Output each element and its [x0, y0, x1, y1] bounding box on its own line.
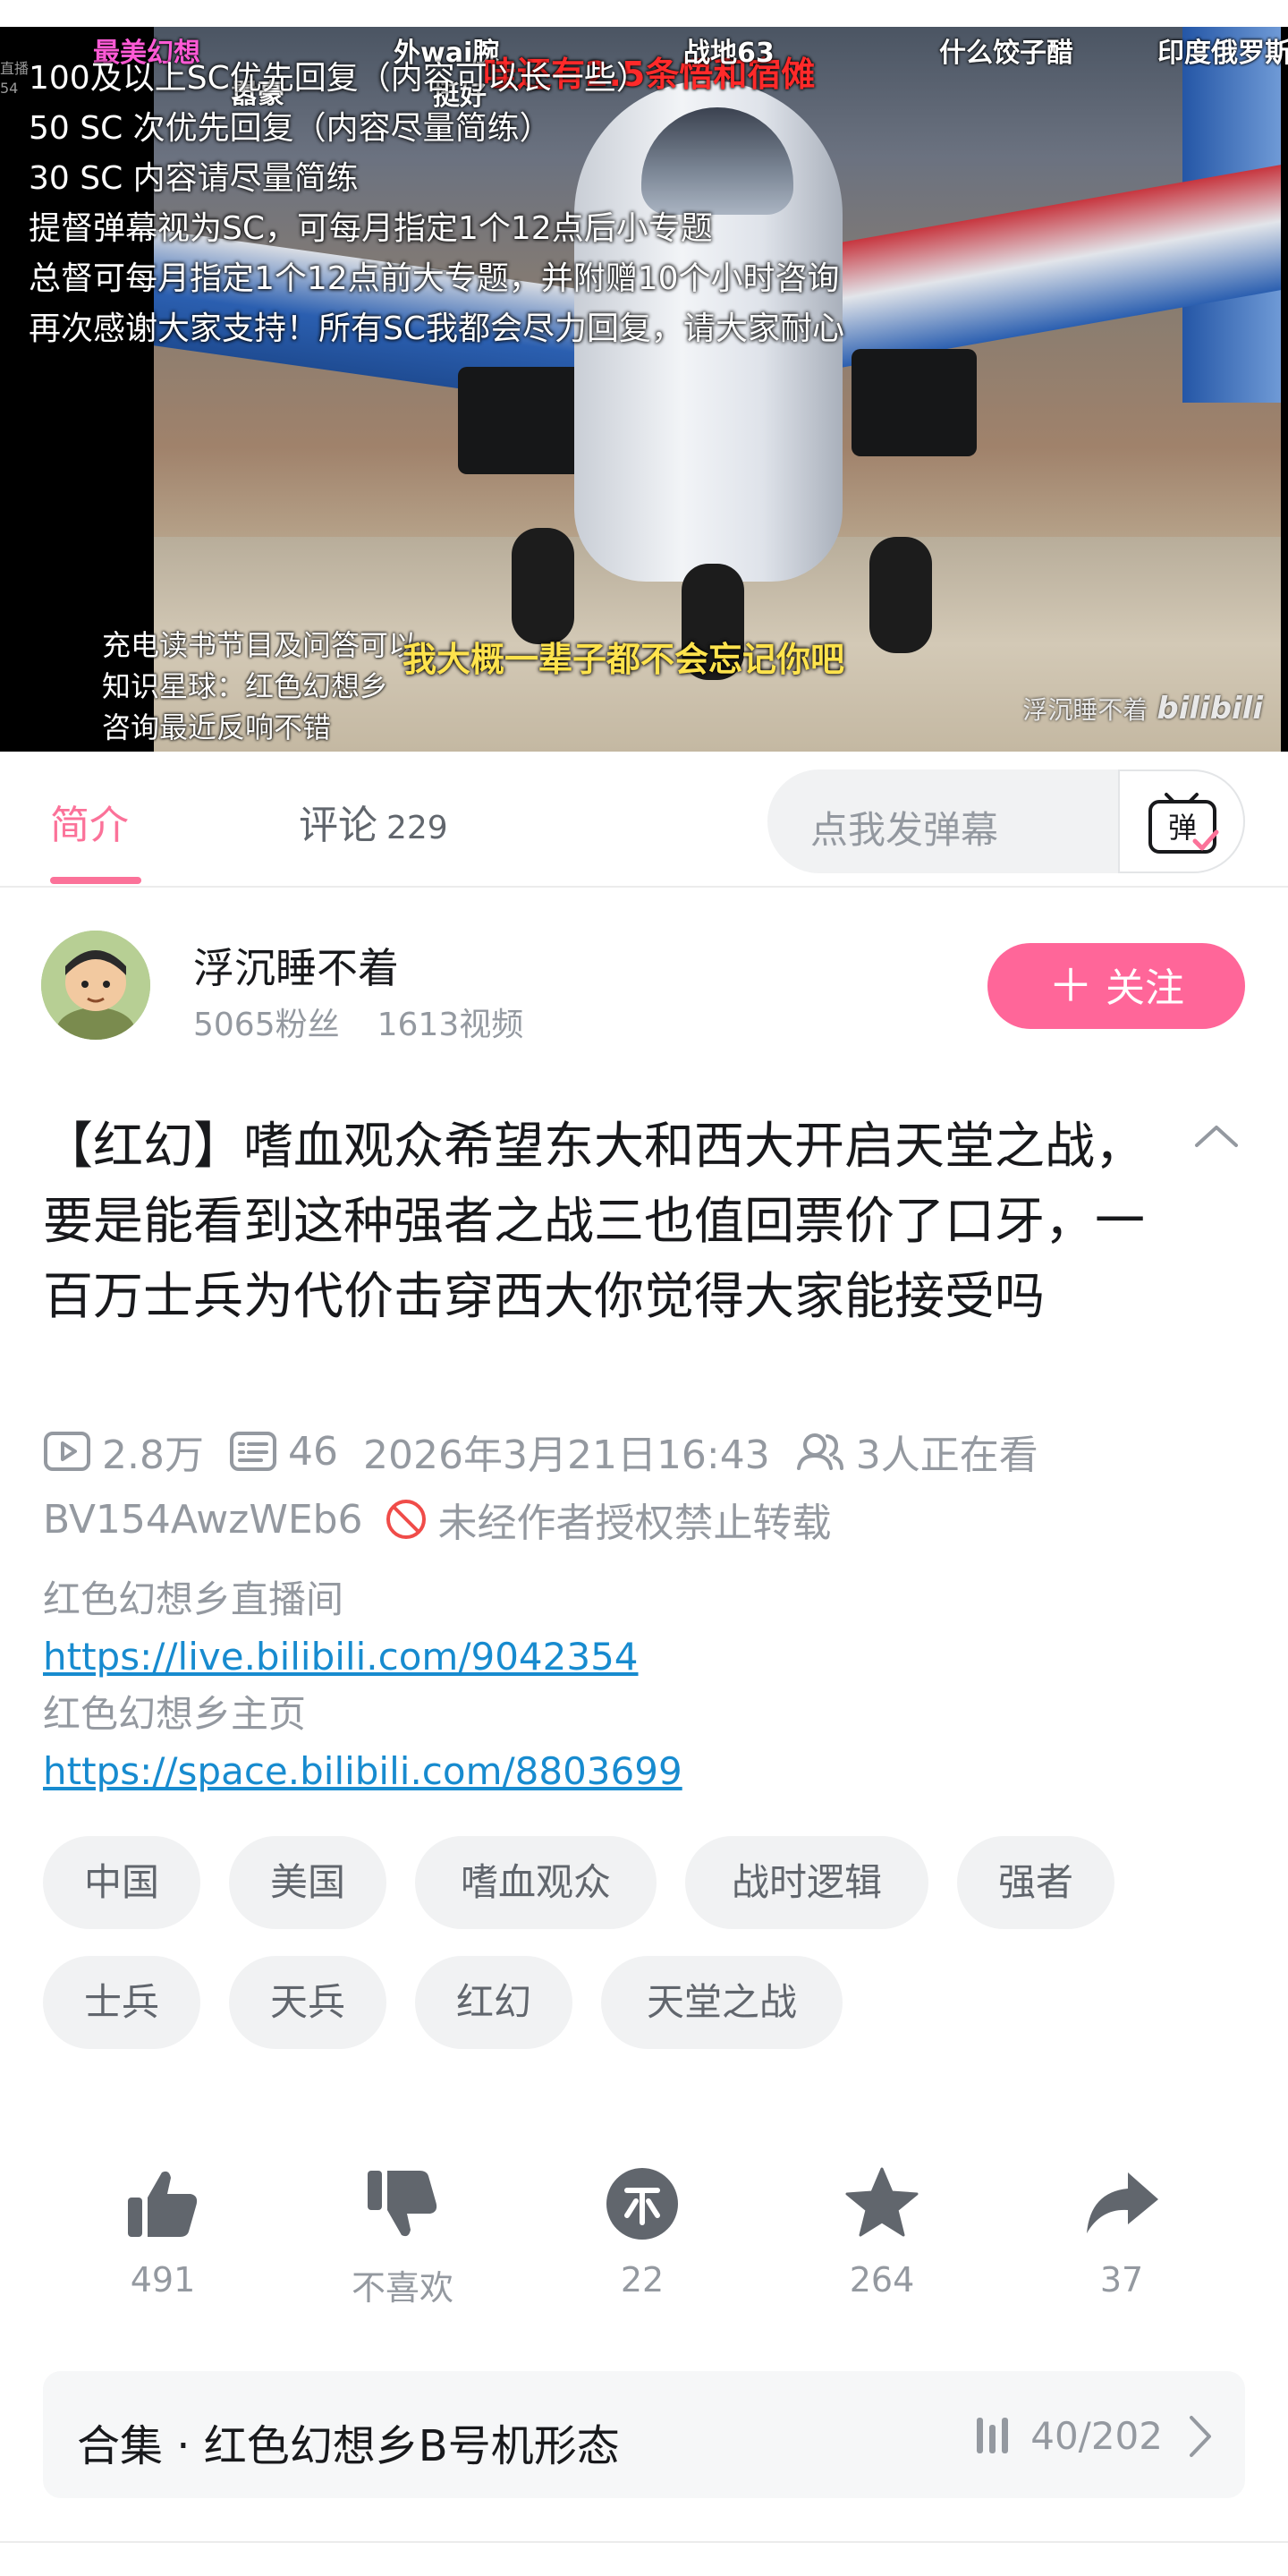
side-note-line: 54: [0, 80, 19, 97]
uploader-avatar[interactable]: [41, 931, 150, 1040]
danmaku-icon: 弹: [1148, 793, 1219, 854]
video-meta-2: BV154AwzWEb6 未经作者授权禁止转载: [43, 1491, 832, 1548]
danmaku-comment: 战地63: [683, 38, 775, 69]
overlay-text: 50 SC 次优先回复（内容尽量简练）: [29, 110, 552, 147]
video-meta: 2.8万 46 2026年3月21日16:43 3人正在看: [43, 1423, 1063, 1480]
publish-date: 2026年3月21日16:43: [362, 1433, 770, 1478]
play-count-icon: [44, 1432, 90, 1471]
tag-chip[interactable]: 战时逻辑: [685, 1836, 928, 1929]
desc-line: 红色幻想乡直播间: [43, 1577, 344, 1621]
share-count: 37: [1099, 2260, 1144, 2300]
danmaku-toggle-button[interactable]: 弹: [1118, 769, 1245, 873]
collapse-chevron-icon[interactable]: [1193, 1122, 1240, 1149]
tag-chip[interactable]: 强者: [957, 1836, 1114, 1929]
video-title: 【红幻】嗜血观众希望东大和西大开启天堂之战，要是能看到这种强者之战三也值回票价了…: [43, 1118, 1145, 1326]
tag-chip[interactable]: 嗜血观众: [415, 1836, 657, 1929]
playlist-icon: [977, 2418, 1008, 2453]
overlay-note: 知识星球：红色幻想乡: [102, 669, 389, 703]
video-description: 红色幻想乡直播间 https://live.bilibili.com/90423…: [43, 1571, 682, 1800]
overlay-text: 提督弹幕视为SC，可每月指定1个12点后小专题: [29, 210, 713, 247]
video-watermark: 浮沉睡不着 bilibili: [1022, 691, 1263, 727]
collection-progress: 40/202: [1030, 2414, 1163, 2458]
tab-comments[interactable]: 评论 229: [299, 793, 448, 850]
watching-now: 3人正在看: [795, 1423, 1038, 1480]
tag-chip[interactable]: 天兵: [229, 1956, 386, 2049]
divider: [0, 2541, 1288, 2543]
like-button[interactable]: 491: [91, 2165, 234, 2300]
favorite-button[interactable]: 264: [810, 2165, 953, 2300]
danmaku-input[interactable]: 点我发弹幕: [810, 800, 998, 854]
favorite-count: 264: [849, 2260, 915, 2300]
overlay-note: 充电读书节目及问答可以: [102, 628, 418, 662]
tag-chip[interactable]: 天堂之战: [601, 1956, 843, 2049]
jet-gear-left: [512, 528, 574, 644]
uploader-stats: 5065粉丝 1613视频: [193, 999, 523, 1045]
follow-button[interactable]: ＋ 关注: [987, 943, 1245, 1029]
danmaku-icon-glyph: 弹: [1168, 811, 1197, 845]
desc-link-live[interactable]: https://live.bilibili.com/9042354: [43, 1628, 682, 1686]
tab-comments-count: 229: [386, 810, 448, 846]
side-note-line: 直播: [0, 60, 30, 77]
watermark-name: 浮沉睡不着: [1022, 695, 1148, 725]
danmaku-count: 46: [229, 1429, 338, 1475]
avatar-image: [41, 931, 150, 1040]
follow-label: 关注: [1106, 965, 1184, 1011]
uploader-fans: 5065粉丝: [193, 1007, 340, 1043]
share-arrow-icon: [1087, 2172, 1158, 2233]
video-subtitle: 我大概一辈子都不会忘记你吧: [402, 640, 845, 679]
thumbs-down-icon: [368, 2171, 437, 2237]
danmaku-count-icon: [229, 1432, 276, 1471]
danmaku-comment: 印度俄罗斯: [1157, 38, 1288, 69]
bvid[interactable]: BV154AwzWEb6: [43, 1497, 363, 1543]
coin-count: 22: [620, 2260, 665, 2300]
desc-link-space[interactable]: https://space.bilibili.com/8803699: [43, 1743, 682, 1800]
tag-chip[interactable]: 中国: [43, 1836, 200, 1929]
jet-intake-left: [458, 367, 583, 474]
side-note: 直播 54: [0, 59, 29, 98]
overlay-text: 再次感谢大家支持！所有SC我都会尽力回复，请大家耐心: [29, 310, 844, 347]
tab-intro[interactable]: 简介: [50, 793, 129, 850]
tab-active-indicator: [50, 877, 141, 884]
jet-gear-right: [869, 537, 932, 653]
collection-bar[interactable]: 合集 · 红色幻想乡B号机形态 40/202: [43, 2371, 1245, 2498]
watching-now-value: 3人正在看: [855, 1433, 1038, 1478]
view-count-value: 2.8万: [102, 1433, 204, 1478]
danmaku-send-box[interactable]: 点我发弹幕 弹: [767, 769, 1245, 873]
tag-chip[interactable]: 美国: [229, 1836, 386, 1929]
thumbs-up-icon: [128, 2171, 198, 2237]
plus-icon: ＋: [1048, 960, 1093, 1012]
collection-name: 合集 · 红色幻想乡B号机形态: [77, 2421, 620, 2471]
forbidden-icon: [386, 1500, 426, 1539]
viewers-icon: [796, 1433, 843, 1470]
dislike-button[interactable]: 不喜欢: [331, 2165, 474, 2309]
uploader-name[interactable]: 浮沉睡不着: [193, 936, 399, 995]
coin-icon: [606, 2168, 678, 2240]
tag-chip[interactable]: 红幻: [415, 1956, 572, 2049]
star-icon: [845, 2167, 919, 2237]
view-count: 2.8万: [43, 1423, 204, 1480]
no-repost-notice: 未经作者授权禁止转载: [385, 1491, 832, 1548]
uploader-videos: 1613视频: [377, 1007, 524, 1043]
video-player[interactable]: 直播 54 最美幻想 外wai腕 哇还有2.5条悟和宿傩 战地63 什么饺子醋 …: [0, 27, 1288, 752]
chevron-right-icon: [1190, 2416, 1211, 2457]
overlay-note: 咨询最近反响不错: [102, 710, 332, 744]
tag-chip[interactable]: 士兵: [43, 1956, 200, 2049]
bilibili-logo: bilibili: [1157, 691, 1263, 727]
desc-line: 红色幻想乡主页: [43, 1692, 307, 1736]
jet-intake-right: [852, 349, 977, 456]
no-repost-text: 未经作者授权禁止转载: [437, 1501, 832, 1546]
overlay-text: 总督可每月指定1个12点前大专题，并附赠10个小时咨询: [29, 260, 840, 297]
like-count: 491: [130, 2260, 196, 2300]
tab-comments-label: 评论: [299, 803, 377, 848]
share-button[interactable]: 37: [1050, 2165, 1193, 2300]
dislike-label: 不喜欢: [351, 2268, 453, 2308]
danmaku-count-value: 46: [287, 1428, 338, 1475]
overlay-text: 30 SC 内容请尽量简练: [29, 160, 359, 197]
tab-bar: 简介 评论 229 点我发弹幕 弹: [0, 753, 1288, 888]
coin-button[interactable]: 22: [571, 2165, 714, 2300]
overlay-text: 100及以上SC优先回复（内容可以长一些）: [29, 60, 648, 97]
danmaku-comment: 什么饺子醋: [939, 38, 1073, 69]
